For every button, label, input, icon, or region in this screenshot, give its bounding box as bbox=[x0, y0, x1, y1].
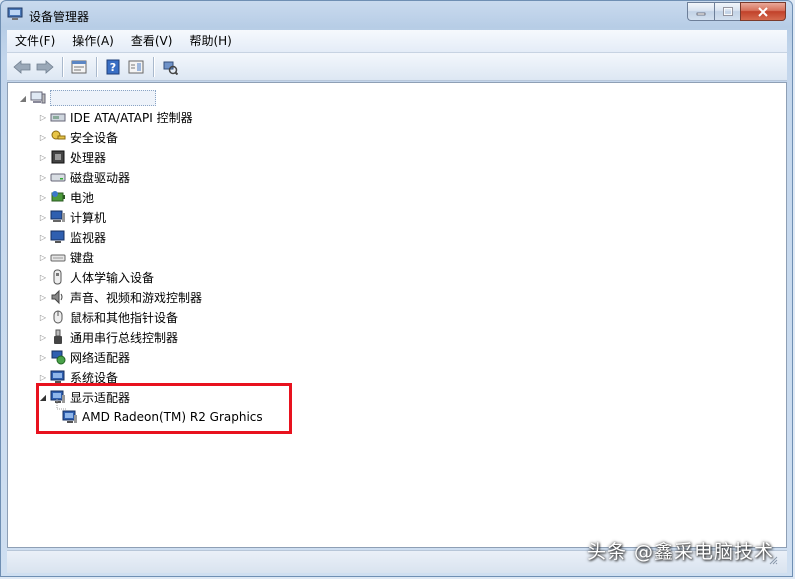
device-manager-window: 设备管理器 文件(F) 操作(A) 查看(V) 帮助(H) ? ◢ ▷ IDE … bbox=[0, 0, 793, 577]
maximize-button[interactable] bbox=[714, 2, 740, 21]
mouse-icon bbox=[53, 310, 63, 324]
action-pane-button[interactable] bbox=[125, 56, 147, 78]
toolbar-separator bbox=[96, 56, 97, 77]
svg-text:?: ? bbox=[110, 61, 116, 74]
tree-category-row[interactable]: ▷ 安全设备 bbox=[38, 127, 118, 147]
help-button[interactable]: ? bbox=[102, 56, 124, 78]
computer-icon bbox=[50, 210, 65, 222]
tree-category-row[interactable]: ▷ 计算机 bbox=[38, 207, 106, 227]
tree-category-label: 键盘 bbox=[70, 250, 95, 265]
tree-category-row[interactable]: ▷ 磁盘驱动器 bbox=[38, 167, 130, 187]
expand-arrow-icon[interactable]: ▷ bbox=[38, 312, 48, 322]
toolbar: ? bbox=[7, 53, 787, 81]
forward-button[interactable] bbox=[34, 56, 56, 78]
tree-root[interactable]: ◢ bbox=[18, 88, 156, 108]
expand-arrow-icon[interactable]: ▷ bbox=[38, 152, 48, 162]
action-pane-icon bbox=[128, 60, 144, 73]
back-button[interactable] bbox=[11, 56, 33, 78]
tree-category-label: 声音、视频和游戏控制器 bbox=[70, 290, 203, 305]
close-icon bbox=[758, 6, 768, 17]
tree-category-row[interactable]: ▷ 监视器 bbox=[38, 227, 106, 247]
menu-help[interactable]: 帮助(H) bbox=[181, 31, 240, 51]
close-button[interactable] bbox=[740, 2, 786, 21]
watermark-text: 头条 @鑫采电脑技术 bbox=[586, 541, 774, 563]
caption-buttons bbox=[687, 2, 786, 22]
expand-arrow-icon[interactable]: ▷ bbox=[38, 212, 48, 222]
toolbar-separator bbox=[153, 56, 154, 77]
sound-icon bbox=[51, 289, 63, 305]
tree-category-row[interactable]: ▷ 人体学输入设备 bbox=[38, 267, 154, 287]
keyboard-icon bbox=[50, 254, 66, 262]
tree-category-label: 计算机 bbox=[70, 210, 107, 225]
title-bar[interactable]: 设备管理器 bbox=[1, 1, 792, 29]
tree-category-row[interactable]: ▷ 网络适配器 bbox=[38, 347, 130, 367]
ide-controller-icon bbox=[50, 113, 66, 122]
device-tree[interactable]: ◢ ▷ IDE ATA/ATAPI 控制器 ▷ 安全设备 ▷ 处理器 ▷ 磁盘驱动器 ▷ 电池 ▷ 计… bbox=[7, 82, 787, 548]
expand-arrow-icon[interactable]: ▷ bbox=[38, 332, 48, 342]
tree-category-label: 通用串行总线控制器 bbox=[70, 330, 179, 345]
root-node-label[interactable] bbox=[50, 90, 156, 106]
computer-icon bbox=[30, 91, 46, 104]
properties-icon bbox=[71, 60, 87, 73]
window-title: 设备管理器 bbox=[29, 10, 90, 24]
expand-arrow-icon[interactable]: ▷ bbox=[38, 372, 48, 382]
tree-category-label: 安全设备 bbox=[70, 130, 119, 145]
security-device-icon bbox=[51, 130, 66, 140]
expand-arrow-icon[interactable]: ▷ bbox=[38, 172, 48, 182]
expand-arrow-icon[interactable]: ▷ bbox=[38, 272, 48, 282]
menu-view[interactable]: 查看(V) bbox=[123, 31, 182, 51]
network-adapter-icon bbox=[51, 350, 66, 365]
toolbar-separator bbox=[62, 56, 63, 77]
tree-category-label: 磁盘驱动器 bbox=[70, 170, 131, 185]
tree-category-label: 监视器 bbox=[70, 230, 107, 245]
tree-category-label: IDE ATA/ATAPI 控制器 bbox=[70, 110, 193, 125]
scan-hardware-button[interactable] bbox=[159, 56, 181, 78]
expand-arrow-icon[interactable]: ▷ bbox=[38, 192, 48, 202]
tree-category-row[interactable]: ▷ 键盘 bbox=[38, 247, 94, 267]
menu-file[interactable]: 文件(F) bbox=[7, 31, 64, 51]
tree-category-row[interactable]: ▷ 通用串行总线控制器 bbox=[38, 327, 178, 347]
usb-icon bbox=[54, 329, 62, 344]
expand-arrow-icon[interactable]: ▷ bbox=[38, 252, 48, 262]
disk-drive-icon bbox=[50, 173, 66, 182]
maximize-icon bbox=[722, 7, 733, 16]
hid-icon bbox=[53, 269, 62, 285]
tree-category-label: 人体学输入设备 bbox=[70, 270, 155, 285]
processor-icon bbox=[51, 150, 65, 164]
minimize-button[interactable] bbox=[687, 2, 714, 21]
tree-category-label: 处理器 bbox=[70, 150, 107, 165]
minimize-icon bbox=[696, 12, 706, 15]
expand-arrow-icon[interactable]: ▷ bbox=[38, 352, 48, 362]
properties-button[interactable] bbox=[68, 56, 90, 78]
tree-category-row[interactable]: ▷ 电池 bbox=[38, 187, 94, 207]
menu-bar: 文件(F) 操作(A) 查看(V) 帮助(H) bbox=[7, 30, 787, 53]
monitor-icon bbox=[50, 230, 65, 243]
tree-category-label: 网络适配器 bbox=[70, 350, 131, 365]
battery-icon bbox=[51, 191, 65, 202]
help-icon: ? bbox=[106, 59, 120, 74]
menu-action[interactable]: 操作(A) bbox=[64, 31, 123, 51]
collapse-arrow-icon[interactable]: ◢ bbox=[18, 93, 28, 103]
back-arrow-icon bbox=[13, 59, 31, 74]
tree-category-row[interactable]: ▷ 处理器 bbox=[38, 147, 106, 167]
expand-arrow-icon[interactable]: ▷ bbox=[38, 232, 48, 242]
tree-category-label: 电池 bbox=[70, 190, 95, 205]
tree-category-label: 鼠标和其他指针设备 bbox=[70, 310, 179, 325]
tree-category-row[interactable]: ▷ IDE ATA/ATAPI 控制器 bbox=[38, 107, 193, 127]
expand-arrow-icon[interactable]: ▷ bbox=[38, 292, 48, 302]
scan-hardware-icon bbox=[163, 61, 178, 75]
forward-arrow-icon bbox=[36, 59, 54, 74]
device-manager-icon bbox=[7, 7, 23, 20]
tree-category-row[interactable]: ▷ 声音、视频和游戏控制器 bbox=[38, 287, 202, 307]
expand-arrow-icon[interactable]: ▷ bbox=[38, 112, 48, 122]
tree-category-row[interactable]: ▷ 鼠标和其他指针设备 bbox=[38, 307, 178, 327]
highlight-box bbox=[36, 383, 292, 434]
expand-arrow-icon[interactable]: ▷ bbox=[38, 132, 48, 142]
